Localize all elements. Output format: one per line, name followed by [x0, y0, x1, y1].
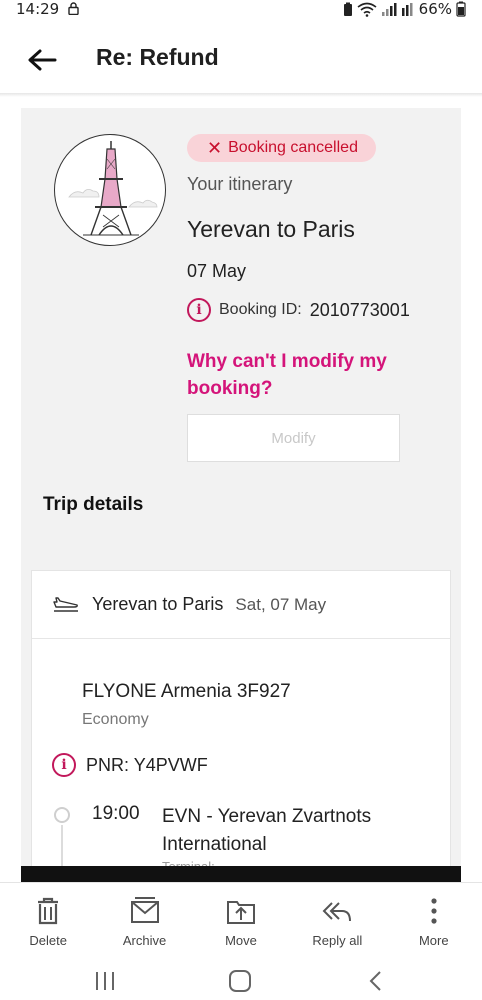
why-cant-modify-link[interactable]: Why can't I modify my booking? — [187, 348, 437, 402]
app-bar: Re: Refund — [0, 30, 482, 92]
wifi-icon — [357, 2, 377, 17]
recent-apps-icon[interactable] — [93, 970, 117, 992]
modify-button[interactable]: Modify — [187, 414, 400, 462]
departure-airport: EVN - Yerevan Zvartnots International — [162, 806, 372, 855]
email-subject: Re: Refund — [96, 44, 219, 70]
archive-icon — [130, 897, 159, 923]
trip-card: Yerevan to Paris Sat, 07 May FLYONE Arme… — [31, 570, 451, 868]
booking-id-label: Booking ID: — [219, 301, 302, 318]
battery-saver-icon — [343, 2, 352, 16]
booking-id-row: i Booking ID: 2010773001 — [187, 298, 410, 322]
timeline-line — [61, 825, 63, 868]
content-divider — [21, 866, 461, 882]
back-button[interactable] — [22, 42, 62, 78]
pnr-row: i PNR: Y4PVWF — [52, 753, 208, 777]
card-day: Sat, 07 May — [235, 594, 327, 614]
delete-button[interactable]: Delete — [0, 883, 96, 960]
status-time: 14:29 — [16, 0, 60, 18]
move-button[interactable]: Move — [193, 883, 289, 960]
archive-label: Archive — [122, 933, 167, 948]
battery-icon — [456, 1, 466, 17]
signal-2-icon — [401, 2, 413, 16]
system-nav-bar — [0, 962, 482, 1000]
delete-label: Delete — [29, 933, 67, 948]
info-icon: i — [187, 298, 211, 322]
plane-takeoff-icon — [53, 596, 78, 612]
app-bar-divider — [0, 93, 482, 97]
booking-id-value: 2010773001 — [309, 299, 410, 320]
card-route: Yerevan to Paris — [92, 594, 224, 614]
flight-name: FLYONE Armenia 3F927 — [82, 681, 291, 702]
close-icon: ✕ — [207, 138, 223, 158]
arrow-left-icon — [28, 49, 57, 71]
cabin-class: Economy — [82, 711, 149, 728]
nav-back-icon[interactable] — [366, 970, 386, 992]
badge-label: Booking cancelled — [228, 139, 358, 156]
departure-time: 19:00 — [92, 803, 140, 824]
more-vertical-icon — [431, 898, 437, 924]
trip-card-header: Yerevan to Paris Sat, 07 May — [32, 571, 450, 639]
reply-all-label: Reply all — [312, 933, 363, 948]
eiffel-tower-illustration — [54, 134, 166, 246]
reply-all-button[interactable]: Reply all — [289, 883, 385, 960]
email-body[interactable]: ✕ Booking cancelled Your itinerary Yerev… — [21, 108, 461, 868]
info-icon: i — [52, 753, 76, 777]
pnr-label: PNR: — [86, 754, 130, 775]
trash-icon — [38, 897, 59, 925]
more-label: More — [418, 933, 449, 948]
travel-date: 07 May — [187, 261, 247, 281]
status-bar: 14:29 66% — [0, 0, 482, 22]
trip-details-heading: Trip details — [43, 494, 144, 515]
archive-button[interactable]: Archive — [97, 883, 193, 960]
itinerary-label: Your itinerary — [187, 174, 293, 194]
home-icon[interactable] — [228, 970, 252, 992]
bottom-toolbar: Delete Archive Move Reply all More — [0, 882, 482, 960]
reply-all-icon — [322, 902, 352, 922]
signal-icon — [381, 2, 397, 16]
battery-percent: 66% — [418, 0, 452, 18]
timeline-dot — [54, 807, 70, 823]
booking-cancelled-badge: ✕ Booking cancelled — [187, 134, 376, 162]
route-title: Yerevan to Paris — [187, 216, 355, 242]
pnr-value: Y4PVWF — [133, 754, 208, 775]
lock-icon — [68, 2, 79, 15]
move-to-folder-icon — [226, 901, 255, 924]
more-button[interactable]: More — [386, 883, 482, 960]
move-label: Move — [225, 933, 257, 948]
